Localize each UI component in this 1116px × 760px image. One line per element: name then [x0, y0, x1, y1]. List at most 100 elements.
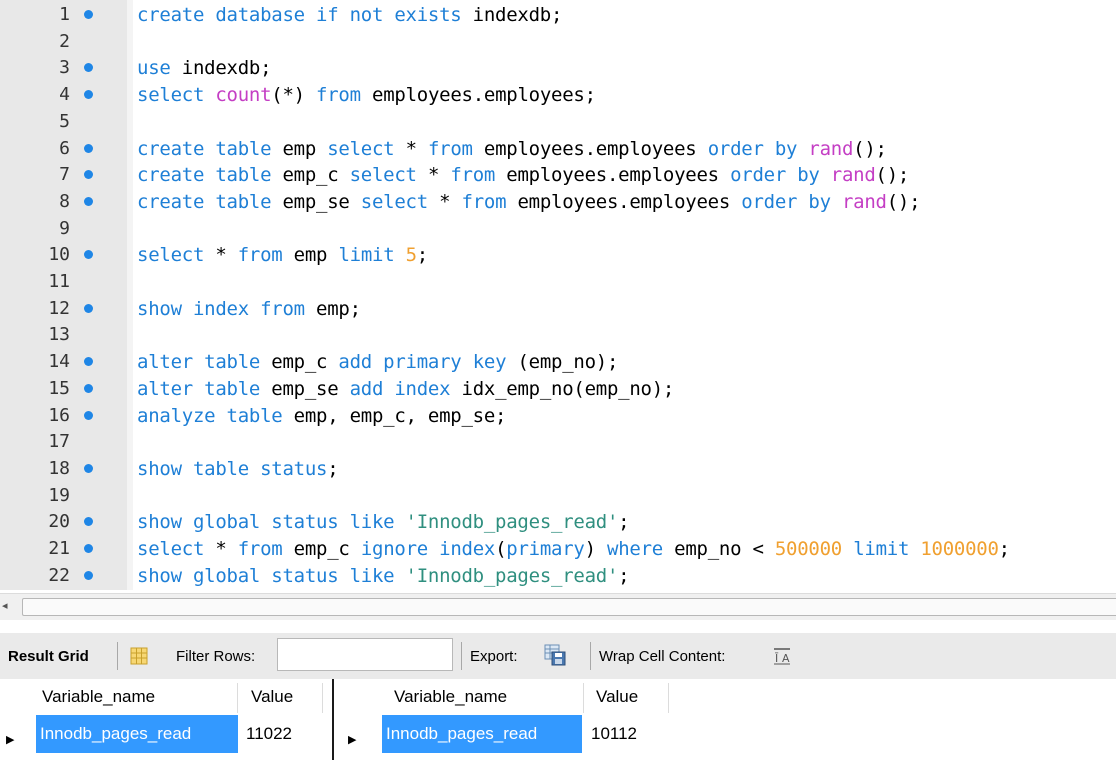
statement-marker-icon: [84, 10, 93, 19]
code-line[interactable]: 5: [0, 109, 1116, 136]
line-number: 1: [59, 4, 70, 25]
line-number: 6: [59, 137, 70, 159]
scroll-left-arrow-icon[interactable]: ◂: [2, 599, 8, 612]
line-number: 21: [48, 538, 70, 559]
statement-marker-icon: [84, 357, 93, 367]
toolbar-divider: [461, 642, 462, 670]
code-line[interactable]: 2: [0, 29, 1116, 56]
code-text[interactable]: select * from emp limit 5;: [137, 242, 428, 269]
code-line[interactable]: 12 show index from emp;: [0, 296, 1116, 323]
code-text[interactable]: select * from emp_c ignore index(primary…: [137, 536, 1010, 563]
code-text[interactable]: alter table emp_c add primary key (emp_n…: [137, 349, 618, 376]
code-line[interactable]: 4 select count(*) from employees.employee…: [0, 82, 1116, 109]
column-header[interactable]: Variable_name: [394, 679, 507, 715]
line-number: 20: [48, 511, 70, 533]
code-line[interactable]: 18 show table status;: [0, 456, 1116, 483]
code-line[interactable]: 22 show global status like 'Innodb_pages_…: [0, 563, 1116, 590]
line-number: 18: [48, 457, 70, 479]
grid-header: Variable_name Value: [340, 679, 670, 715]
line-number: 9: [59, 217, 70, 239]
code-text[interactable]: use indexdb;: [137, 55, 272, 82]
code-text[interactable]: show index from emp;: [137, 296, 361, 323]
line-number: 16: [48, 404, 70, 426]
code-text[interactable]: create database if not exists indexdb;: [137, 2, 562, 29]
code-line[interactable]: 7 create table emp_c select * from employ…: [0, 162, 1116, 189]
toolbar-divider: [117, 642, 118, 670]
line-number: 14: [48, 351, 70, 373]
table-cell-selected[interactable]: Innodb_pages_read: [382, 715, 582, 753]
statement-marker-icon: [84, 517, 93, 527]
line-number: 22: [48, 564, 70, 586]
wrap-cell-content-label: Wrap Cell Content:: [599, 648, 726, 665]
code-text[interactable]: create table emp_c select * from employe…: [137, 162, 909, 189]
line-number: 17: [48, 431, 70, 453]
svg-text:Ī: Ī: [775, 652, 779, 665]
export-label: Export:: [470, 648, 518, 665]
column-header[interactable]: Variable_name: [42, 679, 155, 715]
grid-layout-icon[interactable]: [130, 647, 148, 665]
statement-marker-icon: [84, 463, 93, 473]
grid-header: Variable_name Value: [0, 679, 326, 715]
code-text[interactable]: create table emp_se select * from employ…: [137, 189, 921, 216]
statement-marker-icon: [84, 143, 93, 153]
table-cell[interactable]: 11022: [240, 715, 322, 753]
code-line[interactable]: 11: [0, 269, 1116, 296]
code-line[interactable]: 10 select * from emp limit 5;: [0, 242, 1116, 269]
line-number: 8: [59, 190, 70, 212]
line-number: 11: [48, 271, 70, 292]
code-text[interactable]: select count(*) from employees.employees…: [137, 82, 596, 109]
code-text[interactable]: show global status like 'Innodb_pages_re…: [137, 563, 630, 590]
line-number: 4: [59, 84, 70, 106]
line-number: 5: [59, 110, 70, 132]
grid-splitter[interactable]: [332, 679, 334, 760]
code-line[interactable]: 8 create table emp_se select * from emplo…: [0, 189, 1116, 216]
code-text[interactable]: show table status;: [137, 456, 339, 483]
row-marker-icon: ▶: [6, 733, 15, 746]
code-line[interactable]: 16 analyze table emp, emp_c, emp_se;: [0, 403, 1116, 430]
result-grid-tab[interactable]: Result Grid: [8, 648, 89, 665]
code-line[interactable]: 17: [0, 429, 1116, 456]
statement-marker-icon: [84, 544, 93, 553]
filter-rows-label: Filter Rows:: [176, 648, 256, 665]
code-line[interactable]: 3 use indexdb;: [0, 55, 1116, 82]
code-text[interactable]: alter table emp_se add index idx_emp_no(…: [137, 376, 674, 403]
table-cell-selected[interactable]: Innodb_pages_read: [36, 715, 238, 753]
statement-marker-icon: [84, 250, 93, 260]
statement-marker-icon: [84, 196, 93, 206]
statement-marker-icon: [84, 303, 93, 313]
sql-editor[interactable]: 1 create database if not exists indexdb; 2…: [0, 0, 1116, 590]
wrap-text-icon[interactable]: Ī A: [772, 647, 792, 665]
line-number: 2: [59, 30, 70, 52]
code-text[interactable]: show global status like 'Innodb_pages_re…: [137, 509, 630, 536]
row-marker-icon: ▶: [348, 733, 357, 746]
code-line[interactable]: 21 select * from emp_c ignore index(prima…: [0, 536, 1116, 563]
code-line[interactable]: 13: [0, 322, 1116, 349]
svg-text:A: A: [782, 652, 790, 665]
line-number: 15: [48, 377, 70, 399]
code-text[interactable]: create table emp select * from employees…: [137, 136, 887, 163]
line-number: 3: [59, 57, 70, 79]
filter-rows-input[interactable]: [277, 638, 453, 671]
code-line[interactable]: 20 show global status like 'Innodb_pages_…: [0, 509, 1116, 536]
column-header[interactable]: Value: [251, 679, 293, 715]
statement-marker-icon: [84, 383, 93, 393]
line-number: 13: [48, 324, 70, 346]
statement-marker-icon: [84, 170, 93, 180]
scrollbar-thumb[interactable]: [22, 598, 1116, 616]
code-text[interactable]: analyze table emp, emp_c, emp_se;: [137, 403, 506, 430]
code-line[interactable]: 19: [0, 483, 1116, 510]
code-line[interactable]: 1 create database if not exists indexdb;: [0, 2, 1116, 29]
code-line[interactable]: 15 alter table emp_se add index idx_emp_n…: [0, 376, 1116, 403]
code-line[interactable]: 6 create table emp select * from employee…: [0, 136, 1116, 163]
export-icon[interactable]: [544, 644, 566, 666]
code-line[interactable]: 14 alter table emp_c add primary key (emp…: [0, 349, 1116, 376]
table-cell[interactable]: 10112: [585, 715, 669, 753]
line-number: 19: [48, 484, 70, 506]
result-toolbar: Result Grid Filter Rows: Export: Wrap Ce…: [0, 633, 1116, 679]
horizontal-scrollbar[interactable]: ◂: [0, 593, 1116, 620]
column-header[interactable]: Value: [596, 679, 638, 715]
line-number: 7: [59, 164, 70, 186]
toolbar-divider: [590, 642, 591, 670]
code-line[interactable]: 9: [0, 216, 1116, 243]
statement-marker-icon: [84, 410, 93, 420]
